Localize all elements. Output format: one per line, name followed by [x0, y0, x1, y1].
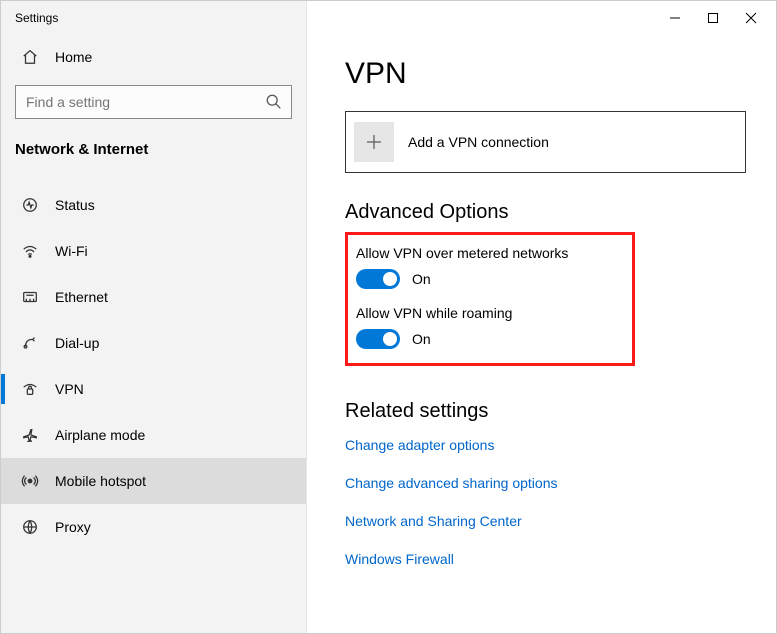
link-adapter-options[interactable]: Change adapter options — [345, 437, 746, 453]
sidebar-item-label: Dial-up — [55, 335, 99, 351]
wifi-icon — [21, 242, 39, 260]
airplane-icon — [21, 426, 39, 444]
toggle-roaming[interactable] — [356, 329, 400, 349]
window-controls — [307, 1, 776, 35]
sidebar-item-ethernet[interactable]: Ethernet — [1, 274, 306, 320]
sidebar-item-label: Status — [55, 197, 95, 213]
dialup-icon — [21, 334, 39, 352]
related-links: Change adapter options Change advanced s… — [345, 437, 746, 567]
sidebar-item-label: VPN — [55, 381, 84, 397]
option-roaming: Allow VPN while roaming On — [356, 305, 618, 349]
link-network-sharing-center[interactable]: Network and Sharing Center — [345, 513, 746, 529]
advanced-options-heading: Advanced Options — [345, 201, 746, 224]
add-vpn-label: Add a VPN connection — [408, 134, 549, 150]
maximize-button[interactable] — [706, 11, 720, 25]
sidebar-item-wifi[interactable]: Wi-Fi — [1, 228, 306, 274]
home-label: Home — [55, 49, 92, 65]
vpn-icon — [21, 380, 39, 398]
sidebar-item-proxy[interactable]: Proxy — [1, 504, 306, 550]
hotspot-icon — [21, 472, 39, 490]
sidebar: Settings Home Network & Internet Status — [1, 1, 307, 633]
home-button[interactable]: Home — [1, 35, 306, 79]
window-title: Settings — [1, 1, 306, 35]
sidebar-item-label: Proxy — [55, 519, 91, 535]
option-metered-label: Allow VPN over metered networks — [356, 245, 618, 261]
sidebar-item-hotspot[interactable]: Mobile hotspot — [1, 458, 306, 504]
related-settings-heading: Related settings — [345, 400, 746, 423]
sidebar-item-label: Airplane mode — [55, 427, 145, 443]
link-sharing-options[interactable]: Change advanced sharing options — [345, 475, 746, 491]
sidebar-item-label: Mobile hotspot — [55, 473, 146, 489]
toggle-metered[interactable] — [356, 269, 400, 289]
toggle-roaming-state: On — [412, 331, 431, 347]
proxy-icon — [21, 518, 39, 536]
home-icon — [21, 48, 39, 66]
sidebar-item-status[interactable]: Status — [1, 182, 306, 228]
nav-list: Status Wi-Fi Ethernet Dial-up — [1, 182, 306, 550]
sidebar-item-dialup[interactable]: Dial-up — [1, 320, 306, 366]
page-title: VPN — [345, 57, 746, 91]
search-input-container[interactable] — [15, 85, 292, 119]
option-metered: Allow VPN over metered networks On — [356, 245, 618, 289]
option-roaming-label: Allow VPN while roaming — [356, 305, 618, 321]
category-heading: Network & Internet — [1, 129, 306, 166]
add-vpn-connection-button[interactable]: Add a VPN connection — [345, 111, 746, 173]
minimize-button[interactable] — [668, 11, 682, 25]
plus-icon — [354, 122, 394, 162]
sidebar-item-vpn[interactable]: VPN — [1, 366, 306, 412]
sidebar-item-airplane[interactable]: Airplane mode — [1, 412, 306, 458]
highlight-box: Allow VPN over metered networks On Allow… — [345, 232, 635, 366]
toggle-metered-state: On — [412, 271, 431, 287]
close-button[interactable] — [744, 11, 758, 25]
link-windows-firewall[interactable]: Windows Firewall — [345, 551, 746, 567]
sidebar-item-label: Wi-Fi — [55, 243, 88, 259]
main-panel: VPN Add a VPN connection Advanced Option… — [307, 1, 776, 633]
search-icon — [265, 93, 283, 111]
ethernet-icon — [21, 288, 39, 306]
sidebar-item-label: Ethernet — [55, 289, 108, 305]
status-icon — [21, 196, 39, 214]
search-input[interactable] — [16, 94, 291, 110]
